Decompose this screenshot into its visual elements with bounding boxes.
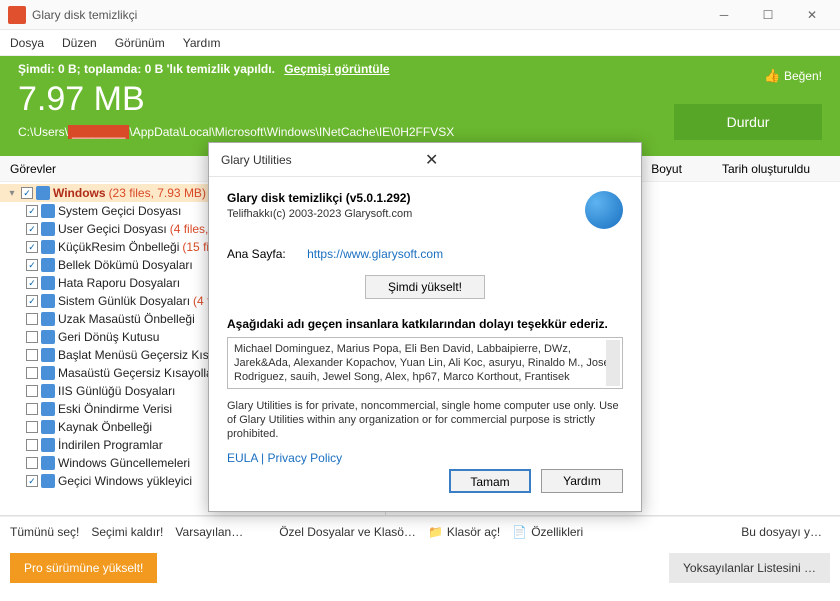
minimize-button[interactable]: ─ [704,1,744,29]
titlebar: Glary disk temizlikçi ─ ☐ ✕ [0,0,840,30]
upgrade-pro-button[interactable]: Pro sürümüne yükselt! [10,553,157,583]
checkbox[interactable] [26,349,38,361]
checkbox[interactable] [26,367,38,379]
item-icon [41,402,55,416]
dialog-close-button[interactable]: ✕ [425,150,629,170]
thanks-heading: Aşağıdaki adı geçen insanlara katkıların… [227,317,623,331]
item-icon [41,258,55,272]
windows-icon [36,186,50,200]
item-icon [41,348,55,362]
checkbox[interactable]: ✓ [26,223,38,235]
menubar: Dosya Düzen Görünüm Yardım [0,30,840,56]
file-action-link[interactable]: Bu dosyayı y… [741,525,822,539]
item-icon [41,276,55,290]
copyright-text: Telifhakkı(c) 2003-2023 Glarysoft.com [227,208,575,220]
ok-button[interactable]: Tamam [449,469,531,493]
window-title: Glary disk temizlikçi [32,8,704,22]
item-icon [41,294,55,308]
checkbox[interactable] [26,331,38,343]
footer: Pro sürümüne yükselt! Yoksayılanlar List… [0,546,840,590]
ignore-list-button[interactable]: Yoksayılanlar Listesini … [669,553,830,583]
properties-link[interactable]: Özellikleri [531,525,583,539]
defaults-link[interactable]: Varsayılan… [175,525,243,539]
custom-files-link[interactable]: Özel Dosyalar ve Klasö… [279,525,416,539]
checkbox[interactable] [26,385,38,397]
checkbox[interactable]: ✓ [26,475,38,487]
menu-file[interactable]: Dosya [10,36,44,50]
item-icon [41,420,55,434]
stop-button[interactable]: Durdur [674,104,822,140]
item-icon [41,330,55,344]
homepage-link[interactable]: https://www.glarysoft.com [307,247,443,261]
menu-help[interactable]: Yardım [183,36,221,50]
help-button[interactable]: Yardım [541,469,623,493]
status-band: Şimdi: 0 B; toplamda: 0 B 'lık temizlik … [0,56,840,156]
about-dialog: Glary Utilities ✕ Glary disk temizlikçi … [208,142,642,512]
homepage-label: Ana Sayfa: [227,247,286,261]
contributors-box[interactable]: Michael Dominguez, Marius Popa, Eli Ben … [227,337,623,389]
item-icon [41,240,55,254]
checkbox[interactable] [26,457,38,469]
privacy-link[interactable]: Privacy Policy [267,451,342,465]
menu-view[interactable]: Görünüm [115,36,165,50]
maximize-button[interactable]: ☐ [748,1,788,29]
item-icon [41,456,55,470]
eula-link[interactable]: EULA [227,451,258,465]
select-none-link[interactable]: Seçimi kaldır! [91,525,163,539]
checkbox[interactable]: ✓ [26,295,38,307]
properties-icon: 📄 [512,525,527,539]
item-icon [41,222,55,236]
product-logo-icon [585,191,623,229]
checkbox[interactable]: ✓ [26,241,38,253]
select-all-link[interactable]: Tümünü seç! [10,525,79,539]
dialog-title: Glary Utilities [221,153,425,167]
status-text: Şimdi: 0 B; toplamda: 0 B 'lık temizlik … [18,62,275,76]
menu-layout[interactable]: Düzen [62,36,97,50]
col-date[interactable]: Tarih oluşturuldu [722,162,810,176]
item-icon [41,366,55,380]
history-link[interactable]: Geçmişi görüntüle [284,62,389,76]
item-icon [41,312,55,326]
open-folder-link[interactable]: Klasör aç! [447,525,500,539]
checkbox[interactable]: ✓ [26,259,38,271]
like-button[interactable]: 👍 Beğen! [764,68,822,84]
checkbox[interactable] [26,403,38,415]
checkbox[interactable] [26,421,38,433]
app-icon [8,6,26,24]
folder-icon: 📁 [428,525,443,539]
col-size[interactable]: Boyut [651,162,682,176]
item-icon [41,438,55,452]
close-button[interactable]: ✕ [792,1,832,29]
upgrade-now-button[interactable]: Şimdi yükselt! [365,275,485,299]
product-name: Glary disk temizlikçi (v5.0.1.292) [227,191,575,205]
checkbox[interactable]: ✓ [26,205,38,217]
checkbox[interactable]: ✓ [26,277,38,289]
item-icon [41,474,55,488]
item-icon [41,384,55,398]
checkbox[interactable] [26,439,38,451]
legal-text: Glary Utilities is for private, noncomme… [227,399,623,441]
action-bar: Tümünü seç! Seçimi kaldır! Varsayılan… Ö… [0,516,840,546]
item-icon [41,204,55,218]
checkbox[interactable] [26,313,38,325]
